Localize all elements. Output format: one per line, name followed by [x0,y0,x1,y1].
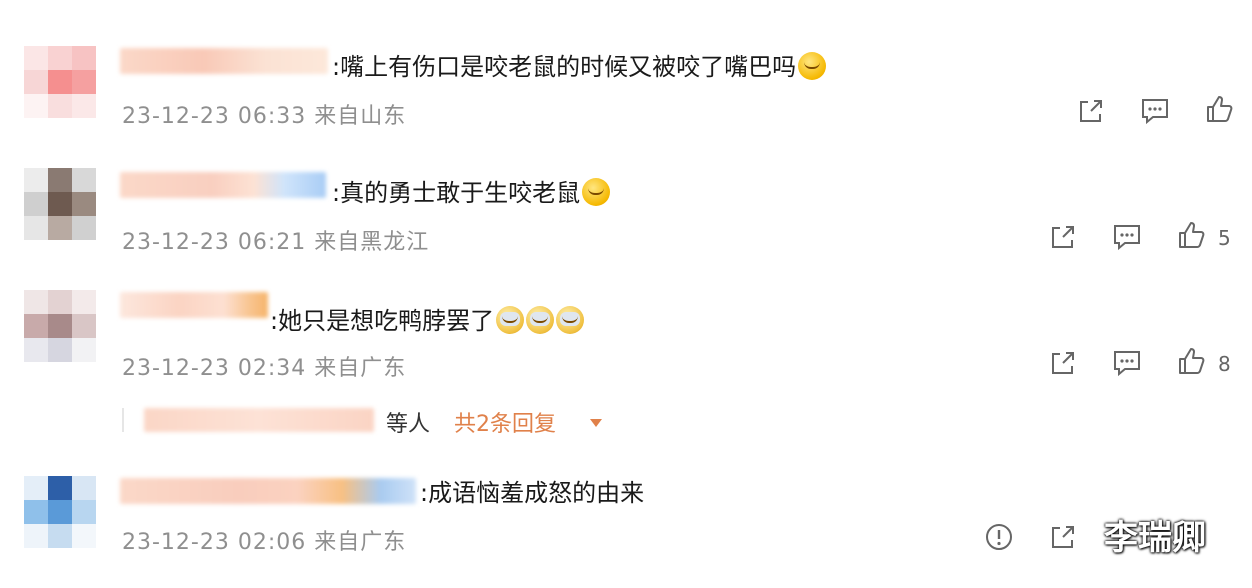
comment-button[interactable] [1140,96,1170,126]
avatar[interactable] [24,476,96,548]
like-count: 8 [1218,352,1231,376]
share-icon [1052,226,1074,248]
comment-meta: 23-12-23 06:21 来自黑龙江 [122,230,430,255]
reply-divider [122,408,124,432]
comment-text: :她只是想吃鸭脖罢了 [270,306,585,336]
comment-meta: 23-12-23 02:34 来自广东 [122,356,407,381]
share-icon [1080,100,1102,122]
like-button[interactable] [1204,94,1234,124]
username-blurred[interactable] [120,48,328,74]
like-count: 5 [1218,226,1231,250]
username-blurred[interactable] [120,478,416,504]
like-button[interactable] [1176,346,1206,376]
crying-face-icon [582,178,611,206]
comment-icon [1114,225,1140,251]
avatar[interactable] [24,168,96,240]
like-button[interactable] [1176,220,1206,250]
report-button[interactable] [984,522,1014,552]
comment-text: :真的勇士敢于生咬老鼠 [332,178,611,208]
view-replies-link[interactable]: 共2条回复 [454,406,556,438]
share-button[interactable] [1048,522,1078,552]
alert-circle-icon [986,524,1012,550]
comment-meta: 23-12-23 06:33 来自山东 [122,104,407,129]
comment-button[interactable] [1112,348,1142,378]
share-icon [1052,526,1074,548]
comment-meta: 23-12-23 02:06 来自广东 [122,530,407,555]
thumbs-up-icon [1207,96,1233,122]
reply-usernames-blurred[interactable] [144,408,374,432]
reply-names-suffix: 等人 [386,412,431,437]
watermark-text: 李瑞卿 [1104,518,1206,558]
share-button[interactable] [1048,348,1078,378]
comment-icon [1142,99,1168,125]
comment-text: :成语恼羞成怒的由来 [420,479,645,507]
shocked-face-icon [496,306,525,334]
chevron-down-icon[interactable] [590,419,602,427]
username-blurred[interactable] [120,172,326,198]
comment-button[interactable] [1112,222,1142,252]
thumbs-up-icon [1179,222,1205,248]
thumbs-up-icon [1179,348,1205,374]
shocked-face-icon [526,306,555,334]
username-blurred[interactable] [120,292,268,318]
sad-face-icon [798,52,827,80]
comment-text: :嘴上有伤口是咬老鼠的时候又被咬了嘴巴吗 [332,52,827,82]
shocked-face-icon [556,306,585,334]
share-button[interactable] [1048,222,1078,252]
avatar[interactable] [24,290,96,362]
comment-icon [1114,351,1140,377]
share-button[interactable] [1076,96,1106,126]
avatar[interactable] [24,46,96,118]
share-icon [1052,352,1074,374]
